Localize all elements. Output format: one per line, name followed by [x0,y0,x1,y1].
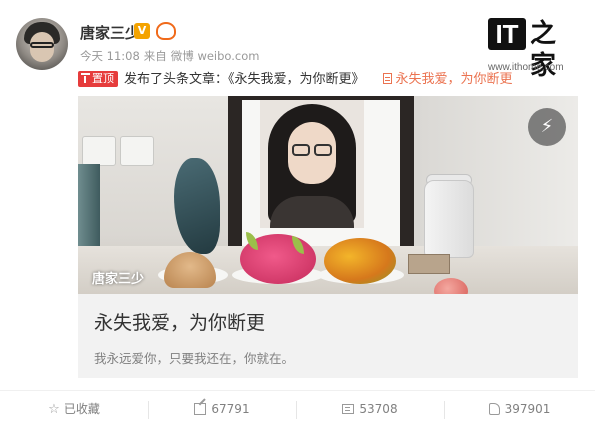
comment-button[interactable]: 53708 [296,391,444,428]
portrait [260,100,364,228]
headline-text: 发布了头条文章：《永失我爱，为你断更》 [124,72,365,87]
document-icon [382,73,392,84]
mango [324,238,396,284]
repost-icon [194,403,207,415]
repost-button[interactable]: 67791 [148,391,296,428]
like-count: 397901 [504,402,551,416]
article-card[interactable]: ⚡ 唐家三少 永失我爱，为你断更 我永远爱你，只要我还在，你就在。 [78,96,578,378]
thumbs-up-icon [488,403,500,415]
favorite-label: 已收藏 [63,402,100,416]
post-meta: 今天 11:08 来自 微博 weibo.com [80,48,263,64]
pin-icon [81,73,90,83]
avatar[interactable] [16,18,68,70]
image-watermark: 唐家三少 [92,272,145,287]
wall-socket [82,136,116,166]
post-source[interactable]: 微博 weibo.com [171,49,260,63]
comment-icon [342,404,355,414]
ithome-logo: IT 之家 www.ithome.com [488,18,580,81]
pin-tag: 置顶 [78,71,118,87]
cake [408,254,450,274]
bird-figurine [174,158,220,254]
portrait-body [270,196,354,228]
author-name[interactable]: 唐家三少 [80,22,140,43]
article-link[interactable]: 永失我爱，为你断更 [382,72,513,87]
article-title[interactable]: 永失我爱，为你断更 [94,308,265,335]
photo-frame [228,96,414,256]
action-toolbar: ☆ 已收藏 67791 53708 397901 [0,390,595,428]
portrait-glasses [292,144,310,156]
comment-count: 53708 [359,402,398,416]
like-button[interactable]: 397901 [444,391,595,428]
repost-count: 67791 [211,402,250,416]
article-description: 我永远爱你，只要我还在，你就在。 [94,351,295,366]
logo-it: IT [488,18,526,50]
source-prefix: 来自 [143,49,167,63]
post-time[interactable]: 今天 11:08 [80,49,140,63]
avatar-glasses [30,42,54,48]
star-icon: ☆ [48,402,60,417]
pin-label: 置顶 [92,72,114,85]
headline-row: 置顶 发布了头条文章：《永失我爱，为你断更》 永失我爱，为你断更 [78,68,513,87]
glass-jar [424,180,474,258]
vip-badge[interactable] [156,22,176,40]
article-cover-image[interactable]: ⚡ 唐家三少 [78,96,578,294]
portrait-glasses [314,144,332,156]
frame-inner [242,100,400,248]
wall-socket [120,136,154,166]
verified-badge[interactable]: V [134,23,150,39]
lightning-icon[interactable]: ⚡ [528,108,566,146]
favorite-button[interactable]: ☆ 已收藏 [0,391,148,428]
